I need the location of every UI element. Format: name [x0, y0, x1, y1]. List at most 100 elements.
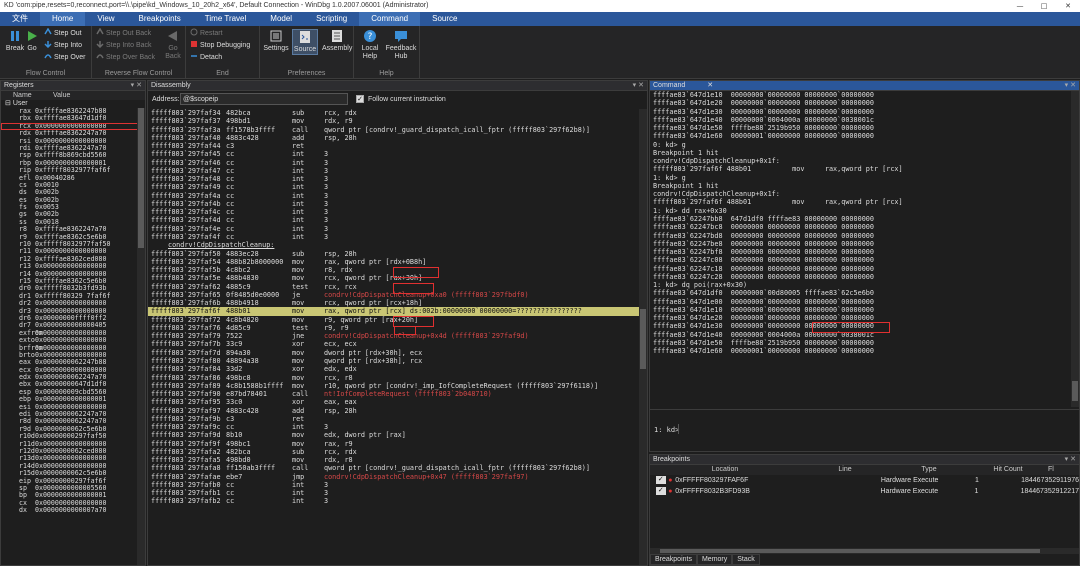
disasm-line[interactable]: fffff803`297faf48 cc int 3	[148, 175, 647, 183]
go-back-button[interactable]: Go Back	[162, 29, 184, 61]
step-into-button[interactable]: Step Into	[44, 40, 82, 51]
panel-controls[interactable]: ▾ ✕	[633, 81, 644, 91]
disasm-line[interactable]: fffff803`297faf4d cc int 3	[148, 216, 647, 224]
close-tab-icon[interactable]: ✕	[707, 82, 713, 89]
disasm-line[interactable]: fffff803`297faf9f 498bc1 mov rax, r9	[148, 440, 647, 448]
go-button[interactable]: Go	[22, 29, 42, 53]
panel-controls[interactable]: ▾ ✕	[131, 81, 142, 91]
address-input[interactable]: @$scopeip	[180, 93, 348, 105]
disasm-line[interactable]: fffff803`297faf95 33c0 xor eax, eax	[148, 398, 647, 406]
detach-button[interactable]: Detach	[190, 52, 222, 63]
instr-bytes: 7522	[226, 332, 243, 341]
current-instruction[interactable]: fffff803`297faf6f 488b01 mov rax, qword ptr…	[148, 307, 647, 316]
window-title: KD 'com:pipe,resets=0,reconnect,port=\\.…	[4, 2, 429, 9]
instr-bytes: cc	[226, 199, 235, 208]
instr-mnemonic: mov	[292, 257, 305, 266]
disasm-line[interactable]: fffff803`297faf4b cc int 3	[148, 200, 647, 208]
breakpoint-row[interactable]: ✓ ● 0xFFFFF803297FAF6F Hardware Execute …	[650, 475, 1079, 486]
feedback-hub-button[interactable]: Feedback Hub	[384, 29, 418, 61]
disasm-line[interactable]: fffff803`297faf47 cc int 3	[148, 167, 647, 175]
disasm-line[interactable]: fffff803`297faf4c cc int 3	[148, 208, 647, 216]
tab-home[interactable]: Home	[40, 12, 86, 26]
instr-operands: 3	[324, 216, 329, 225]
disasm-line[interactable]: fffff803`297faf97 4883c428 add rsp, 28h	[148, 407, 647, 415]
step-out-back-button[interactable]: Step Out Back	[96, 28, 151, 39]
tab-model[interactable]: Model	[258, 12, 304, 26]
function-label[interactable]: condrv!CdpDispatchCleanup:	[148, 241, 647, 249]
local-help-button[interactable]: ? Local Help	[358, 29, 382, 61]
enable-checkbox[interactable]: ✓	[656, 487, 666, 495]
stop-debugging-button[interactable]: Stop Debugging	[190, 40, 250, 51]
enable-checkbox[interactable]: ✓	[656, 476, 666, 484]
source-button[interactable]: Source	[292, 29, 318, 55]
disasm-line[interactable]: fffff803`297faf84 33d2 xor edx, edx	[148, 365, 647, 373]
disasm-line[interactable]: fffff803`297faf4f cc int 3	[148, 233, 647, 241]
disasm-line[interactable]: fffff803`297faf6b 488b4918 mov rcx, qword p…	[148, 299, 647, 307]
disasm-line[interactable]: fffff803`297faf44 c3 ret	[148, 142, 647, 150]
disasm-line[interactable]: fffff803`297faf80 48894a38 mov qword ptr [r…	[148, 357, 647, 365]
tab-source[interactable]: Source	[420, 12, 469, 26]
restart-button[interactable]: Restart	[190, 28, 223, 39]
command-input[interactable]	[678, 424, 1073, 434]
tab-scripting[interactable]: Scripting	[304, 12, 359, 26]
disasm-line[interactable]: fffff803`297faf49 cc int 3	[148, 183, 647, 191]
disasm-line[interactable]: fffff803`297faf50 4883ec28 sub rsp, 28h	[148, 250, 647, 258]
disasm-line[interactable]: fffff803`297faf90 e87bd78401 call nt!IofCom…	[148, 390, 647, 398]
disasm-line[interactable]: fffff803`297faf4e cc int 3	[148, 225, 647, 233]
maximize-button[interactable]: □	[1032, 0, 1056, 12]
tab-breakpoints[interactable]: Breakpoints	[127, 12, 193, 26]
disasm-line[interactable]: fffff803`297fafa8 ff150ab3ffff call qword p…	[148, 464, 647, 472]
command-input-area[interactable]: 1: kd>	[650, 409, 1079, 451]
disasm-line[interactable]: fffff803`297faf4a cc int 3	[148, 192, 647, 200]
tab-command[interactable]: Command	[359, 12, 421, 26]
disasm-line[interactable]: fffff803`297fafa5 498bd0 mov rdx, r8	[148, 456, 647, 464]
disasm-line[interactable]: fffff803`297fafb0 cc int 3	[148, 481, 647, 489]
register-value[interactable]: 0x0000000000007a70	[35, 506, 106, 514]
step-into-back-button[interactable]: Step Into Back	[96, 40, 152, 51]
step-over-back-button[interactable]: Step Over Back	[96, 52, 155, 63]
assembly-button[interactable]: Assembly	[322, 29, 352, 53]
disassembly-scrollbar[interactable]	[639, 109, 647, 565]
tab-breakpoints-panel[interactable]: Breakpoints	[650, 554, 697, 565]
disasm-line[interactable]: fffff803`297faf34 482bca sub rcx, rdx	[148, 109, 647, 117]
disasm-line[interactable]: fffff803`297faf46 cc int 3	[148, 159, 647, 167]
panel-controls[interactable]: ▾ ✕	[1065, 81, 1076, 91]
command-scrollbar[interactable]	[1071, 91, 1079, 407]
disasm-line[interactable]: fffff803`297faf9c cc int 3	[148, 423, 647, 431]
tab-stack[interactable]: Stack	[732, 554, 760, 565]
disasm-line[interactable]: fffff803`297faf37 498bd1 mov rdx, r9	[148, 117, 647, 125]
breakpoint-row[interactable]: ✓ ● 0xFFFFF8032B3FD93B Hardware Execute …	[650, 486, 1079, 497]
disasm-line[interactable]: fffff803`297faf45 cc int 3	[148, 150, 647, 158]
step-out-button[interactable]: Step Out	[44, 28, 82, 39]
instr-operands: r9, r9	[324, 323, 349, 332]
disasm-line[interactable]: fffff803`297faf7d 894a30 mov dword ptr [rdx…	[148, 349, 647, 357]
disasm-line[interactable]: fffff803`297faf54 488b82b8000000 mov rax, q…	[148, 258, 647, 266]
tab-time-travel[interactable]: Time Travel	[193, 12, 259, 26]
disasm-line[interactable]: fffff803`297fafa2 482bca sub rcx, rdx	[148, 448, 647, 456]
instr-address: fffff803`297faf49	[151, 183, 221, 192]
tab-file[interactable]: 文件	[0, 12, 40, 26]
group-label: Reverse Flow Control	[104, 70, 173, 77]
follow-checkbox[interactable]: ✓	[356, 95, 364, 103]
minimize-button[interactable]: —	[1008, 0, 1032, 12]
registers-scrollbar[interactable]	[137, 108, 145, 565]
disasm-line[interactable]: fffff803`297faf40 4883c428 add rsp, 28h	[148, 134, 647, 142]
register-row[interactable]: dx 0x0000000000007a70	[1, 506, 145, 514]
disasm-line[interactable]: fffff803`297faf3a ff1578b3ffff call qword p…	[148, 126, 647, 134]
disasm-line[interactable]: fffff803`297faf9b c3 ret	[148, 415, 647, 423]
tab-view[interactable]: View	[85, 12, 126, 26]
disasm-line[interactable]: fffff803`297fafae ebe7 jmp condrv!CdpDispat…	[148, 473, 647, 481]
disasm-line[interactable]: fffff803`297faf9d 8b10 mov edx, dword ptr […	[148, 431, 647, 439]
disasm-line[interactable]: fffff803`297faf7b 33c9 xor ecx, ecx	[148, 340, 647, 348]
tab-memory[interactable]: Memory	[696, 554, 733, 565]
disasm-line[interactable]: fffff803`297faf89 4c8b1588b1ffff mov r10, q…	[148, 382, 647, 390]
instr-address: fffff803`297faf50	[151, 249, 221, 258]
disasm-line[interactable]: fffff803`297fafb1 cc int 3	[148, 489, 647, 497]
settings-button[interactable]: Settings	[263, 29, 289, 53]
command-output-line: ffffae83`647d1e50 ffffbe88`2519b950 0000…	[653, 338, 874, 347]
panel-controls[interactable]: ▾ ✕	[1065, 455, 1076, 465]
step-over-button[interactable]: Step Over	[44, 52, 86, 63]
disasm-line[interactable]: fffff803`297faf86 498bc8 mov rcx, r8	[148, 374, 647, 382]
close-window-button[interactable]: ✕	[1056, 0, 1080, 12]
disasm-line[interactable]: fffff803`297fafb2 cc int 3	[148, 497, 647, 505]
